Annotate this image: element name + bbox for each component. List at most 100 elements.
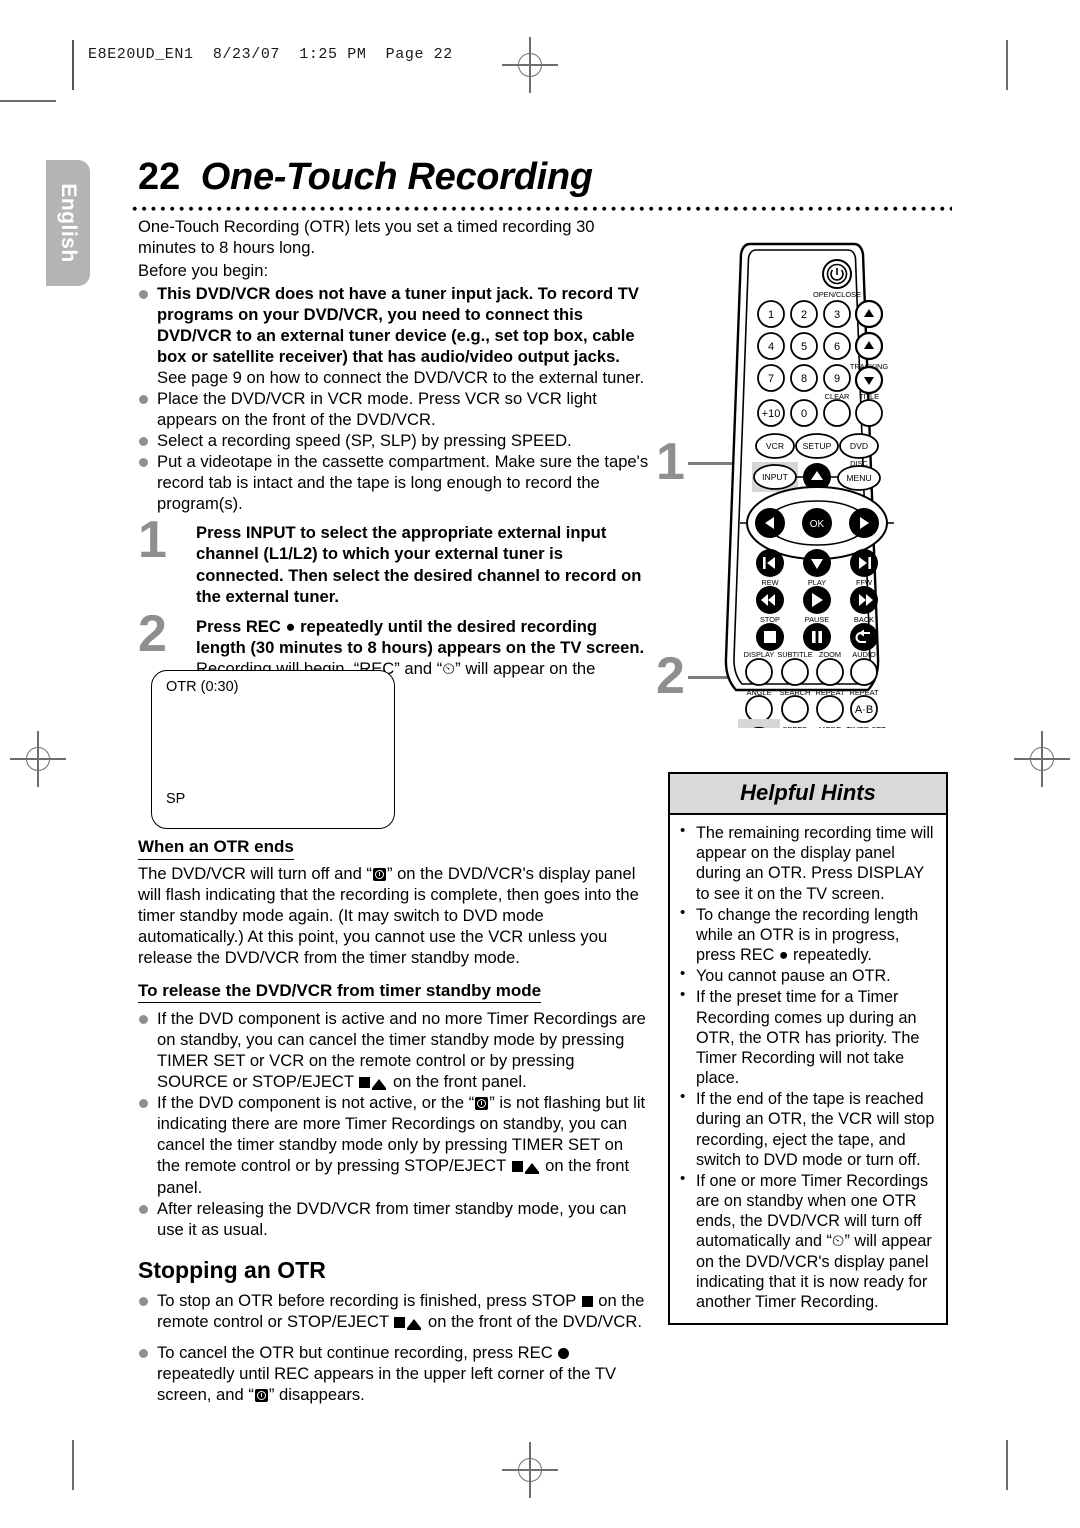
- key-4-label: 4: [768, 341, 774, 353]
- reg-mark-left: [10, 731, 66, 787]
- list-item: Select a recording speed (SP, SLP) by pr…: [138, 430, 650, 451]
- key-8-label: 8: [801, 373, 807, 385]
- page-title-text: One-Touch Recording: [200, 156, 593, 198]
- helpful-hints-list: The remaining recording time will appear…: [676, 822, 936, 1312]
- main-content-column: One-Touch Recording (OTR) lets you set a…: [138, 216, 650, 709]
- stop-icon: [511, 1161, 523, 1173]
- release-b2-p1: After releasing the DVD/VCR from timer s…: [157, 1198, 627, 1239]
- zoom-label: ZOOM: [819, 650, 841, 659]
- eject-icon: [407, 1318, 422, 1330]
- zoom-button: [816, 658, 844, 686]
- list-item: You cannot pause an OTR.: [676, 965, 936, 986]
- remote-control-illustration: 1 2 OPEN/CLOSE 1 2 3 4 5 6 TRACKING: [640, 238, 960, 728]
- ok-label: OK: [810, 519, 825, 530]
- display-button: [745, 658, 773, 686]
- list-item: If the end of the tape is reached during…: [676, 1088, 936, 1170]
- subtitle-button: [781, 658, 809, 686]
- stop-label: STOP: [760, 615, 780, 624]
- timer-icon: [254, 1388, 268, 1402]
- ffw-label: FFW: [856, 578, 872, 587]
- tv-speed-label: SP: [166, 791, 186, 807]
- skip-back-bar: [763, 557, 766, 569]
- audio-label: AUDIO: [852, 650, 876, 659]
- release-b1-p1: If the DVD component is not active, or t…: [157, 1093, 475, 1113]
- input-label: INPUT: [762, 472, 789, 482]
- record-icon: [558, 1347, 570, 1359]
- release-standby-heading: To release the DVD/VCR from timer standb…: [138, 980, 542, 1004]
- key-7-label: 7: [768, 373, 774, 385]
- page-title: 22 One-Touch Recording: [138, 156, 593, 199]
- release-b0-p2: on the front panel.: [388, 1072, 527, 1092]
- list-item: If the DVD component is active and no mo…: [138, 1008, 650, 1092]
- search-button: [781, 695, 809, 723]
- when-otr-ends-heading: When an OTR ends: [138, 836, 294, 860]
- key-6-label: 6: [834, 341, 840, 353]
- key-1-label: 1: [768, 309, 774, 321]
- stop-icon: [764, 631, 776, 643]
- eject-icon: [372, 1079, 387, 1091]
- timer-icon: [372, 867, 386, 881]
- pause-label: PAUSE: [805, 615, 830, 624]
- language-tab-label: English: [57, 183, 80, 263]
- page-number: 22: [138, 156, 181, 198]
- setup-label: SETUP: [803, 441, 832, 451]
- audio-button: [850, 658, 878, 686]
- eject-icon: [524, 1163, 539, 1175]
- repeat-button: [816, 695, 844, 723]
- slug-divider: [72, 40, 74, 90]
- trim-line-bottom-right: [1006, 1440, 1008, 1490]
- language-tab: English: [46, 160, 90, 286]
- pause-bar-left: [812, 631, 816, 643]
- step-1-text: Press INPUT to select the appropriate ex…: [196, 522, 650, 606]
- when-otr-ends-body: The DVD/VCR will turn off and “” on the …: [138, 863, 650, 968]
- step-1-number: 1: [138, 511, 167, 570]
- stop-icon: [359, 1077, 371, 1089]
- key-0-label: 0: [801, 408, 807, 420]
- prereq-plain-2: Select a recording speed (SP, SLP) by pr…: [157, 431, 572, 451]
- pause-button: [803, 623, 831, 651]
- dvd-label: DVD: [850, 441, 868, 451]
- menu-label: MENU: [846, 473, 871, 483]
- trim-line-top-right: [1006, 40, 1008, 90]
- back-label: BACK: [854, 615, 874, 624]
- prereq-plain-3: Put a videotape in the cassette compartm…: [157, 452, 649, 514]
- list-item: After releasing the DVD/VCR from timer s…: [138, 1198, 650, 1240]
- rec-highlight: [738, 719, 780, 728]
- helpful-hints-box: Helpful Hints The remaining recording ti…: [668, 772, 948, 1326]
- key-5-label: 5: [801, 341, 807, 353]
- reg-mark-right: [1014, 731, 1070, 787]
- prereq-plain-1: Place the DVD/VCR in VCR mode. Press VCR…: [157, 389, 597, 430]
- clear-button: [823, 399, 851, 427]
- key-9-label: 9: [834, 373, 840, 385]
- stopping-otr-heading: Stopping an OTR: [138, 1256, 326, 1283]
- step-1: 1 Press INPUT to select the appropriate …: [138, 514, 650, 606]
- prereq-bold-0: This DVD/VCR does not have a tuner input…: [157, 284, 639, 367]
- lower-content-column: When an OTR ends The DVD/VCR will turn o…: [138, 836, 650, 1405]
- step-2-bold: Press REC ● repeatedly until the desired…: [196, 616, 645, 657]
- timer-set-label: TIMER SET: [846, 725, 886, 728]
- release-standby-list: If the DVD component is active and no mo…: [138, 1008, 650, 1239]
- trim-line-bottom-left: [72, 1440, 74, 1490]
- stop-b1-p3: ” disappears.: [268, 1384, 365, 1404]
- page-slug: E8E20UD_EN1 8/23/07 1:25 PM Page 22: [88, 46, 453, 63]
- reg-mark-top: [502, 37, 558, 93]
- prerequisite-list: This DVD/VCR does not have a tuner input…: [138, 283, 650, 514]
- stop-icon: [581, 1295, 593, 1307]
- list-item: If one or more Timer Recordings are on s…: [676, 1170, 936, 1312]
- ab-label: A·B: [855, 704, 873, 716]
- list-item: Place the DVD/VCR in VCR mode. Press VCR…: [138, 388, 650, 430]
- list-item: The remaining recording time will appear…: [676, 822, 936, 904]
- stop-b1-p1: To cancel the OTR but continue recording…: [157, 1342, 558, 1362]
- tv-otr-label: OTR (0:30): [166, 679, 239, 695]
- list-item: To stop an OTR before recording is finis…: [138, 1290, 650, 1332]
- helpful-hints-title: Helpful Hints: [670, 774, 946, 815]
- stopping-otr-list: To stop an OTR before recording is finis…: [138, 1290, 650, 1405]
- stop-b0-p1: To stop an OTR before recording is finis…: [157, 1290, 581, 1310]
- stop-b0-p3: on the front of the DVD/VCR.: [423, 1311, 642, 1331]
- list-item: If the preset time for a Timer Recording…: [676, 986, 936, 1088]
- reg-mark-bottom: [502, 1442, 558, 1498]
- stop-b1-p2: repeatedly until REC appears in the uppe…: [157, 1363, 617, 1404]
- open-close-label: OPEN/CLOSE: [813, 290, 861, 299]
- subtitle-label: SUBTITLE: [777, 650, 812, 659]
- list-item: Put a videotape in the cassette compartm…: [138, 451, 650, 514]
